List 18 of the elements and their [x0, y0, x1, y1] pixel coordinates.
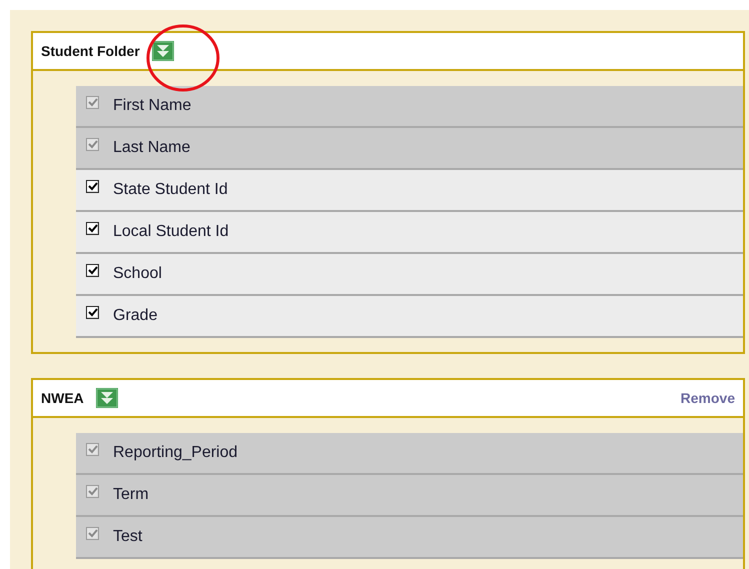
panel-title: Student Folder: [41, 43, 140, 59]
field-label: Test: [113, 528, 142, 546]
field-label: Grade: [113, 307, 158, 325]
field-label: School: [113, 265, 162, 283]
checkbox[interactable]: [86, 222, 99, 234]
field-label: Term: [113, 486, 149, 504]
checkbox[interactable]: [86, 264, 99, 276]
expand-icon[interactable]: [152, 41, 174, 61]
panel-title: NWEA: [41, 390, 84, 406]
field-label: Reporting_Period: [113, 444, 238, 462]
remove-link[interactable]: Remove: [680, 390, 735, 406]
checkbox[interactable]: [86, 306, 99, 318]
field-label: Local Student Id: [113, 223, 229, 241]
field-label: First Name: [113, 97, 192, 115]
field-label: State Student Id: [113, 181, 228, 199]
field-label: Last Name: [113, 139, 190, 157]
checkbox[interactable]: [86, 180, 99, 192]
expand-icon[interactable]: [96, 388, 118, 408]
